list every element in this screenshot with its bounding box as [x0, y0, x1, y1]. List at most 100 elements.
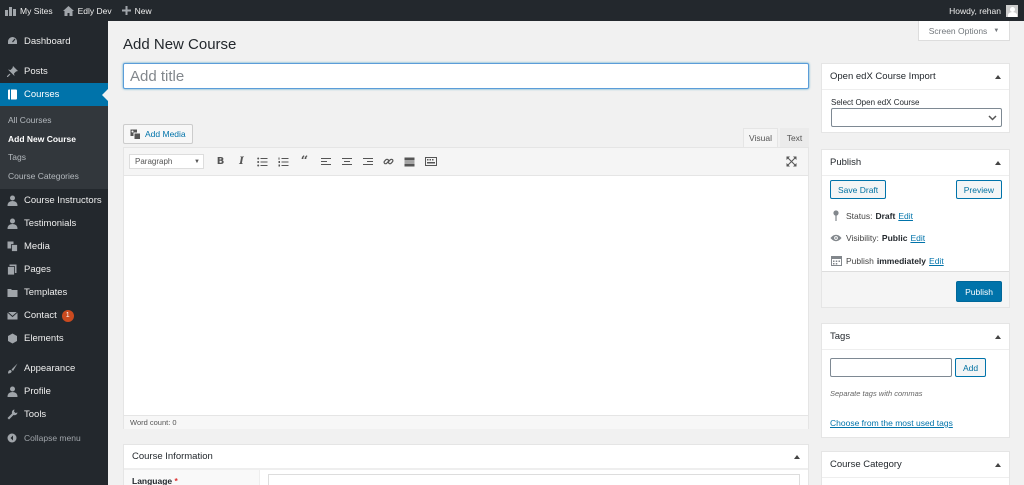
- my-sites-label: My Sites: [20, 5, 53, 16]
- chevron-down-icon: [988, 114, 997, 121]
- eye-icon: [830, 234, 842, 242]
- sidebar-item-label: Templates: [24, 287, 68, 298]
- bulleted-list-button[interactable]: [252, 153, 273, 171]
- collapse-menu-button[interactable]: Collapse menu: [0, 426, 108, 449]
- bold-button[interactable]: B: [210, 153, 231, 171]
- align-center-icon: [341, 157, 352, 165]
- notification-badge: 1: [61, 309, 74, 322]
- edit-status-link[interactable]: Edit: [898, 211, 913, 221]
- editor-toolbar: Paragraph ▼ B I “: [124, 148, 808, 176]
- sidebar-item-course-instructors[interactable]: Course Instructors: [0, 189, 108, 212]
- tag-cloud-link[interactable]: Choose from the most used tags: [830, 418, 953, 428]
- caret-up-icon[interactable]: [995, 160, 1001, 165]
- collapse-icon: [6, 432, 18, 444]
- toolbar-toggle-button[interactable]: [420, 153, 441, 171]
- fullscreen-icon: [786, 156, 797, 167]
- tab-text[interactable]: Text: [780, 128, 809, 147]
- sidebar-item-profile[interactable]: Profile: [0, 380, 108, 403]
- add-media-button[interactable]: Add Media: [123, 124, 193, 144]
- visibility-value: Public: [881, 233, 908, 243]
- read-more-icon: [404, 157, 415, 166]
- sidebar-item-contact[interactable]: Contact 1: [0, 304, 108, 327]
- sidebar-item-pages[interactable]: Pages: [0, 258, 108, 281]
- caret-up-icon[interactable]: [794, 454, 800, 459]
- open-edx-import-header[interactable]: Open edX Course Import: [822, 64, 1009, 90]
- sidebar-item-label: Dashboard: [24, 36, 71, 47]
- sidebar-item-label: Media: [24, 241, 50, 252]
- tab-visual[interactable]: Visual: [743, 128, 778, 147]
- site-name-label: Edly Dev: [77, 5, 112, 16]
- submenu-add-new-course[interactable]: Add New Course: [0, 130, 108, 149]
- sidebar-item-elements[interactable]: Elements: [0, 327, 108, 350]
- editor-content-area[interactable]: [124, 176, 808, 415]
- sidebar-item-templates[interactable]: Templates: [0, 281, 108, 304]
- sidebar-item-label: Courses: [24, 89, 60, 100]
- title-input[interactable]: [123, 63, 809, 89]
- screen-options-button[interactable]: Screen Options ▼: [918, 21, 1010, 41]
- format-select[interactable]: Paragraph ▼: [129, 154, 204, 169]
- italic-button[interactable]: I: [231, 153, 252, 171]
- keyboard-icon: [424, 157, 437, 166]
- submenu-all-courses[interactable]: All Courses: [0, 111, 108, 130]
- tag-input[interactable]: [830, 358, 952, 377]
- align-left-button[interactable]: [315, 153, 336, 171]
- edit-schedule-link[interactable]: Edit: [929, 256, 944, 266]
- preview-button[interactable]: Preview: [955, 180, 1002, 199]
- course-information-header[interactable]: Course Information: [124, 445, 808, 469]
- open-edx-import-box: Open edX Course Import Select Open edX C…: [821, 63, 1010, 133]
- status-line: Status: Draft Edit: [830, 210, 913, 221]
- italic-icon: I: [239, 156, 244, 167]
- publish-button[interactable]: Publish: [956, 281, 1002, 302]
- sidebar-item-media[interactable]: Media: [0, 235, 108, 258]
- align-center-button[interactable]: [336, 153, 357, 171]
- sidebar-item-testimonials[interactable]: Testimonials: [0, 212, 108, 235]
- distraction-free-button[interactable]: [781, 153, 802, 171]
- visibility-line: Visibility: Public Edit: [830, 233, 925, 243]
- add-tag-button[interactable]: Add: [955, 358, 987, 377]
- page-title: Add New Course: [123, 36, 237, 53]
- status-label: Status:: [846, 210, 873, 221]
- site-name-menu[interactable]: Edly Dev: [58, 0, 117, 21]
- course-category-header[interactable]: Course Category: [822, 452, 1009, 478]
- sidebar-item-label: Pages: [24, 264, 51, 275]
- add-media-label: Add Media: [145, 129, 186, 139]
- sidebar-item-label: Testimonials: [24, 218, 77, 229]
- edit-visibility-link[interactable]: Edit: [910, 233, 925, 243]
- language-field-wrapper: [260, 470, 808, 485]
- submenu-tags[interactable]: Tags: [0, 148, 108, 167]
- home-icon: [62, 5, 74, 16]
- numbered-list-button[interactable]: [273, 153, 294, 171]
- sidebar-item-label: Posts: [24, 66, 48, 77]
- language-field[interactable]: [268, 474, 800, 485]
- sidebar-item-dashboard[interactable]: Dashboard: [0, 30, 108, 53]
- insert-link-button[interactable]: [378, 153, 399, 171]
- tags-header[interactable]: Tags: [822, 324, 1009, 350]
- blockquote-button[interactable]: “: [294, 153, 315, 171]
- publish-header[interactable]: Publish: [822, 150, 1009, 176]
- sidebar-item-courses[interactable]: Courses: [0, 83, 108, 106]
- howdy-label: Howdy, rehan: [949, 5, 1001, 16]
- read-more-button[interactable]: [399, 153, 420, 171]
- new-label: New: [134, 5, 152, 16]
- sidebar-item-tools[interactable]: Tools: [0, 403, 108, 426]
- save-draft-button[interactable]: Save Draft: [830, 180, 887, 199]
- caret-up-icon[interactable]: [995, 462, 1001, 467]
- dashboard-icon: [6, 36, 18, 48]
- pages-icon: [6, 264, 18, 276]
- caret-up-icon[interactable]: [995, 334, 1001, 339]
- sidebar-item-label: Elements: [24, 333, 64, 344]
- my-sites-menu[interactable]: My Sites: [0, 0, 58, 21]
- new-content-menu[interactable]: New: [117, 0, 157, 21]
- language-label: Language *: [124, 470, 260, 485]
- account-menu[interactable]: Howdy, rehan: [949, 4, 1024, 17]
- sidebar-item-label: Contact: [24, 310, 57, 321]
- open-edx-course-select[interactable]: [831, 108, 1002, 127]
- submenu-course-categories[interactable]: Course Categories: [0, 167, 108, 186]
- sidebar-item-posts[interactable]: Posts: [0, 60, 108, 83]
- sidebar-item-appearance[interactable]: Appearance: [0, 357, 108, 380]
- align-right-button[interactable]: [357, 153, 378, 171]
- brush-icon: [6, 363, 18, 375]
- caret-up-icon[interactable]: [995, 74, 1001, 79]
- wrench-icon: [6, 409, 18, 421]
- word-count: Word count: 0: [124, 415, 808, 429]
